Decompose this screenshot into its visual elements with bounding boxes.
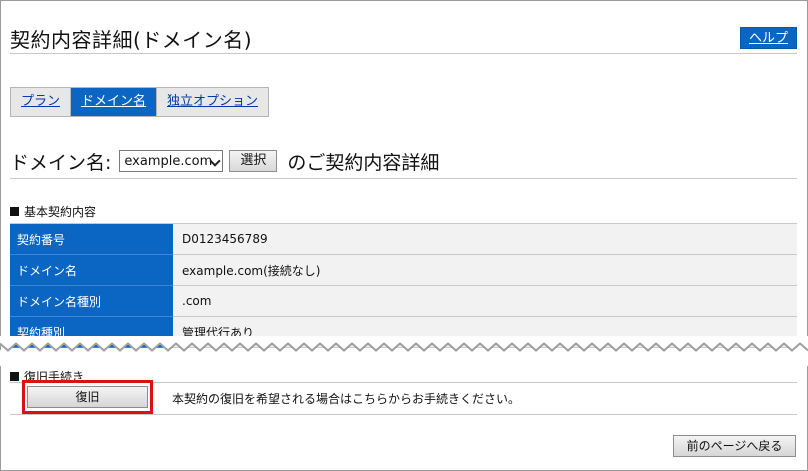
chevron-down-icon — [206, 151, 222, 171]
page-break-zigzag — [0, 336, 808, 366]
row-value: example.com(接続なし) — [173, 254, 797, 286]
table-row: 契約番号 D0123456789 — [10, 223, 797, 255]
row-value: .com — [173, 285, 797, 317]
domain-select-value: example.com — [124, 153, 213, 169]
restore-highlight-box — [22, 380, 153, 414]
page-title: 契約内容詳細(ドメイン名) — [10, 28, 253, 52]
row-label: ドメイン名種別 — [10, 285, 173, 317]
tab-independent-option[interactable]: 独立オプション — [157, 88, 268, 116]
basic-section-title-text: 基本契約内容 — [24, 205, 97, 219]
back-button[interactable]: 前のページへ戻る — [673, 435, 796, 457]
square-bullet-icon — [10, 372, 19, 381]
table-row: ドメイン名 example.com(接続なし) — [10, 254, 797, 286]
help-button[interactable]: ヘルプ — [740, 27, 797, 49]
restore-divider-bottom — [10, 414, 797, 415]
row-value: D0123456789 — [173, 223, 797, 255]
table-row: ドメイン名種別 .com — [10, 285, 797, 317]
row-label: ドメイン名 — [10, 254, 173, 286]
domain-heading-suffix: のご契約内容詳細 — [287, 151, 440, 174]
tab-plan[interactable]: プラン — [11, 88, 72, 116]
square-bullet-icon — [10, 207, 19, 216]
restore-description: 本契約の復旧を希望される場合はこちらからお手続きください。 — [172, 392, 521, 406]
tab-domain[interactable]: ドメイン名 — [71, 88, 158, 116]
tab-bar: プラン ドメイン名 独立オプション — [10, 87, 270, 117]
domain-selector-row: ドメイン名: example.com 選択 のご契約内容詳細 — [10, 147, 439, 175]
select-button[interactable]: 選択 — [229, 150, 278, 172]
contract-table: 契約番号 D0123456789 ドメイン名 example.com(接続なし)… — [10, 223, 797, 348]
domain-divider — [10, 178, 797, 179]
domain-label: ドメイン名: — [10, 151, 112, 174]
basic-section-title: 基本契約内容 — [10, 203, 96, 220]
row-label: 契約番号 — [10, 223, 173, 255]
title-divider — [10, 53, 797, 54]
domain-select[interactable]: example.com — [119, 150, 224, 172]
